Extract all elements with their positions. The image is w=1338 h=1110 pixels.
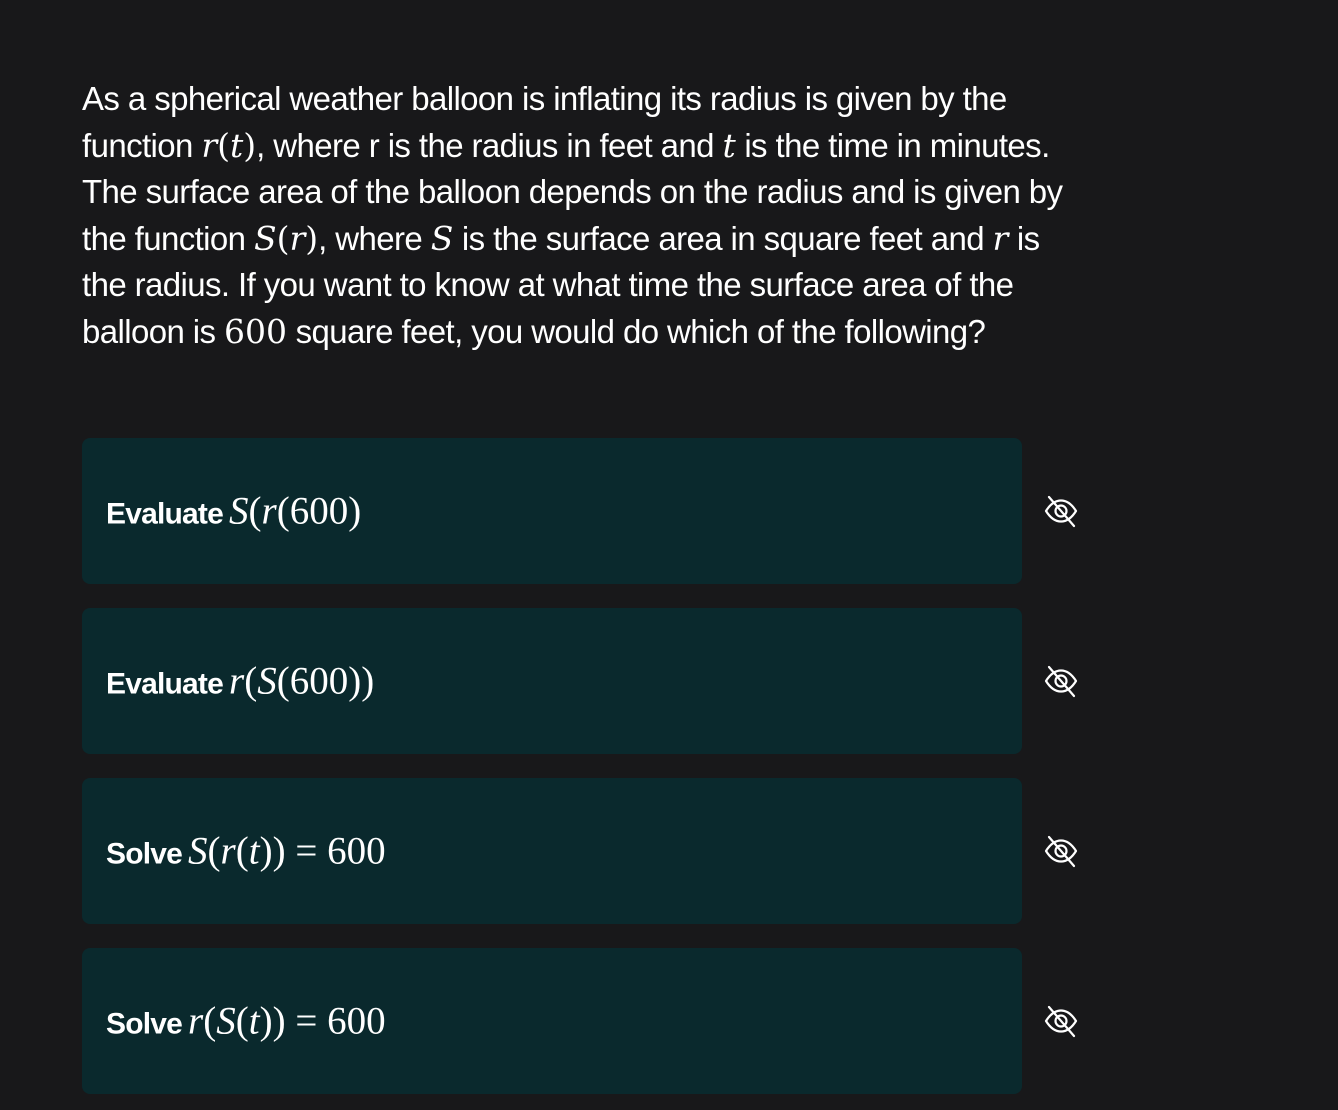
math-expression: r: [992, 218, 1009, 258]
option-verb: Solve: [106, 1007, 183, 1041]
option-expression: r(S(600)): [229, 659, 375, 703]
math-expression: S(r): [254, 218, 319, 258]
math-expression: S: [430, 218, 454, 258]
option-expression: S(r(t)) = 600: [188, 829, 386, 873]
question-text-part: , where: [318, 219, 431, 257]
option-verb: Solve: [106, 837, 183, 871]
eye-slash-icon[interactable]: [1043, 493, 1079, 529]
option-label: Evaluate r(S(600)): [106, 659, 374, 704]
eye-slash-icon[interactable]: [1043, 1003, 1079, 1039]
option-label: Solve r(S(t)) = 600: [106, 999, 386, 1044]
option-label: Solve S(r(t)) = 600: [106, 829, 386, 874]
option-expression: r(S(t)) = 600: [188, 999, 386, 1043]
answer-option-c[interactable]: Solve S(r(t)) = 600: [82, 778, 1022, 924]
math-expression: r(t): [201, 125, 257, 165]
option-verb: Evaluate: [106, 497, 224, 531]
question-text-part: is the surface area in square feet and: [453, 219, 993, 257]
math-expression: t: [722, 125, 736, 165]
answer-option-a[interactable]: Evaluate S(r(600): [82, 438, 1022, 584]
math-expression: 600: [224, 311, 287, 351]
eye-slash-icon[interactable]: [1043, 663, 1079, 699]
question-text: As a spherical weather balloon is inflat…: [82, 76, 1082, 355]
option-expression: S(r(600): [229, 489, 362, 533]
question-text-part: , where r is the radius in feet and: [256, 126, 723, 164]
question-text-part: square feet, you would do which of the f…: [287, 312, 986, 350]
answer-option-b[interactable]: Evaluate r(S(600)): [82, 608, 1022, 754]
option-verb: Evaluate: [106, 667, 224, 701]
option-label: Evaluate S(r(600): [106, 489, 361, 534]
eye-slash-icon[interactable]: [1043, 833, 1079, 869]
answer-option-d[interactable]: Solve r(S(t)) = 600: [82, 948, 1022, 1094]
